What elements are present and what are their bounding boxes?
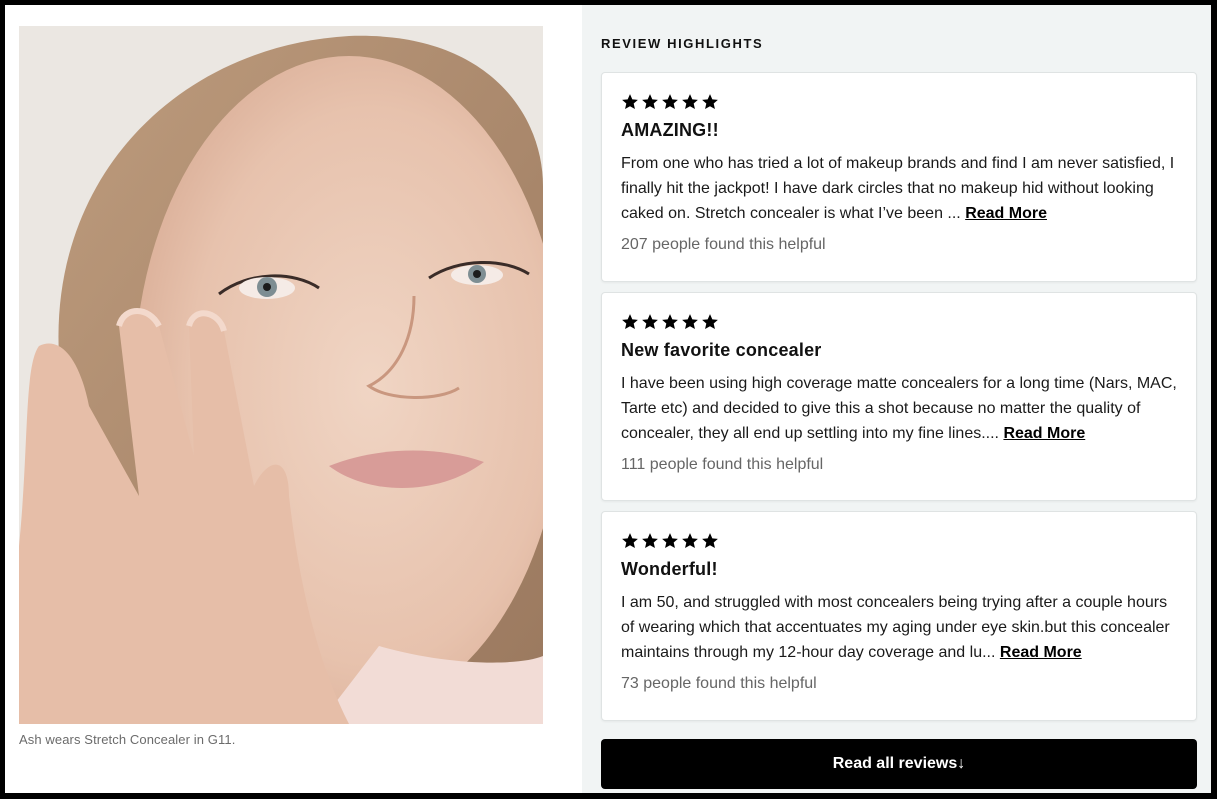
star-icon xyxy=(702,533,718,549)
model-photo xyxy=(19,26,543,724)
star-icon xyxy=(642,533,658,549)
page-frame: Ash wears Stretch Concealer in G11. REVI… xyxy=(5,5,1211,793)
star-icon xyxy=(702,314,718,330)
helpful-count: 111 people found this helpful xyxy=(621,456,824,473)
review-body: I am 50, and struggled with most conceal… xyxy=(621,590,1177,665)
review-card: AMAZING!! From one who has tried a lot o… xyxy=(601,72,1197,282)
star-icon xyxy=(662,314,678,330)
review-text: I have been using high coverage matte co… xyxy=(621,375,1177,442)
star-icon xyxy=(662,533,678,549)
star-icon xyxy=(702,94,718,110)
star-icon xyxy=(682,314,698,330)
review-title: Wonderful! xyxy=(621,559,718,579)
star-icon xyxy=(642,94,658,110)
read-more-link[interactable]: Read More xyxy=(1003,425,1085,442)
review-card: Wonderful! I am 50, and struggled with m… xyxy=(601,511,1197,721)
star-rating xyxy=(621,531,1177,551)
star-icon xyxy=(622,94,638,110)
review-text: From one who has tried a lot of makeup b… xyxy=(621,155,1175,222)
review-body: I have been using high coverage matte co… xyxy=(621,371,1177,446)
read-more-link[interactable]: Read More xyxy=(1000,644,1082,661)
star-rating xyxy=(621,312,1177,332)
section-title: REVIEW HIGHLIGHTS xyxy=(601,36,764,51)
read-more-link[interactable]: Read More xyxy=(965,205,1047,222)
photo-caption: Ash wears Stretch Concealer in G11. xyxy=(19,732,236,747)
star-icon xyxy=(682,94,698,110)
model-photo-illustration xyxy=(19,26,543,724)
star-icon xyxy=(682,533,698,549)
review-body: From one who has tried a lot of makeup b… xyxy=(621,151,1177,226)
helpful-count: 207 people found this helpful xyxy=(621,236,826,253)
star-rating xyxy=(621,92,1177,112)
review-highlights-panel: REVIEW HIGHLIGHTS AMAZING!! From one who… xyxy=(582,5,1211,793)
star-icon xyxy=(642,314,658,330)
helpful-count: 73 people found this helpful xyxy=(621,675,817,692)
review-card: New favorite concealer I have been using… xyxy=(601,292,1197,501)
star-icon xyxy=(662,94,678,110)
review-title: AMAZING!! xyxy=(621,120,719,140)
star-icon xyxy=(622,314,638,330)
review-text: I am 50, and struggled with most conceal… xyxy=(621,594,1170,661)
review-title: New favorite concealer xyxy=(621,340,822,360)
star-icon xyxy=(622,533,638,549)
product-image-panel: Ash wears Stretch Concealer in G11. xyxy=(5,5,582,793)
read-all-reviews-button[interactable]: Read all reviews↓ xyxy=(601,739,1197,789)
